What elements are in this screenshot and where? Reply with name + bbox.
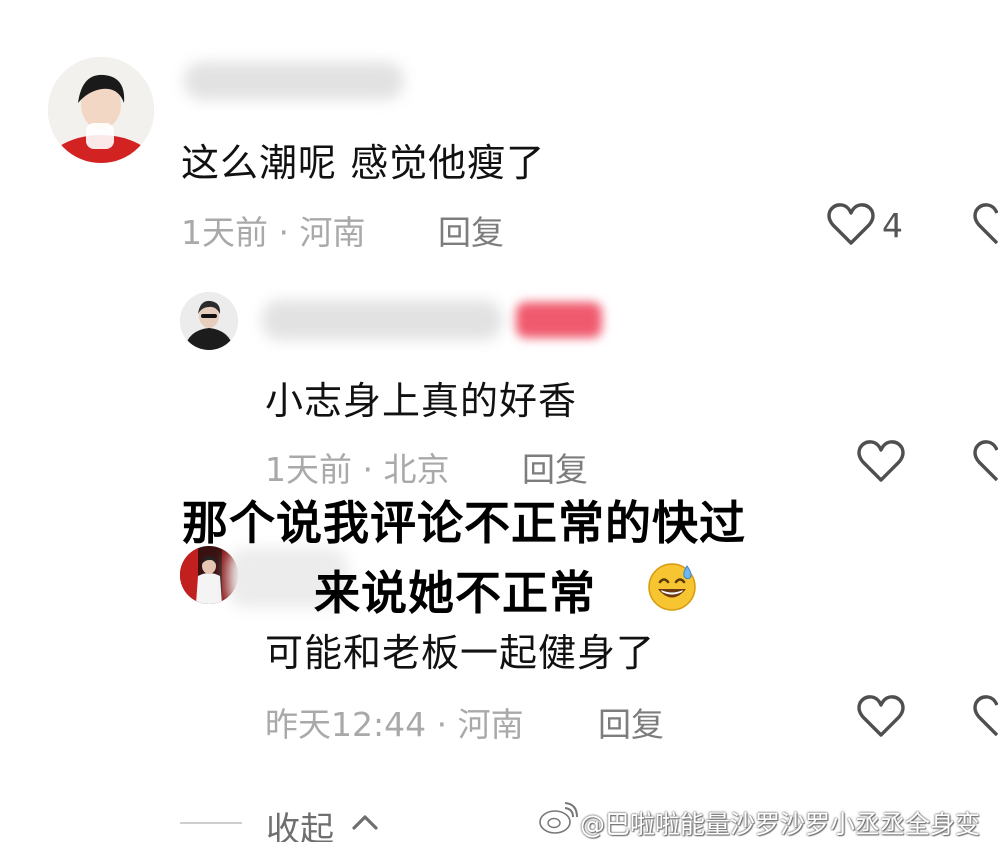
reply-button[interactable]: 回复 <box>598 698 664 746</box>
reply-button[interactable]: 回复 <box>522 443 588 491</box>
avatar[interactable] <box>180 292 238 350</box>
heart-outline-icon[interactable] <box>972 437 998 487</box>
heart-outline-icon[interactable] <box>972 200 998 250</box>
comment-meta: 昨天12:44 · 河南 <box>265 705 524 744</box>
username-blurred <box>184 62 404 100</box>
collapse-button[interactable]: 收起 <box>266 802 334 842</box>
sweat-smile-emoji <box>646 560 698 612</box>
heart-outline-icon[interactable] <box>826 200 876 250</box>
heart-outline-icon[interactable] <box>856 692 906 742</box>
comment-text: 可能和老板一起健身了 <box>265 631 656 675</box>
watermark-text: @巴啦啦能量沙罗沙罗小丞丞全身变 <box>580 810 981 839</box>
collapse-divider <box>180 822 242 824</box>
user-badge-blurred <box>516 302 602 338</box>
heart-outline-icon[interactable] <box>972 692 998 742</box>
like-count: 4 <box>882 206 903 245</box>
comment-text: 小志身上真的好香 <box>265 379 578 423</box>
avatar[interactable] <box>48 57 154 163</box>
overlay-caption-line1: 那个说我评论不正常的快过 <box>182 496 746 550</box>
username-blurred <box>262 300 502 340</box>
comment-meta: 1天前 · 北京 <box>265 450 450 489</box>
comment-meta: 1天前 · 河南 <box>181 213 366 252</box>
comment-thread: 这么潮呢 感觉他瘦了 1天前 · 河南 回复 4 小志身上真的好香 1天前 · … <box>0 0 998 842</box>
heart-outline-icon[interactable] <box>856 437 906 487</box>
overlay-caption-line2: 来说她不正常 <box>314 566 596 620</box>
chevron-up-icon[interactable] <box>350 812 380 832</box>
weibo-logo-icon <box>538 802 578 836</box>
comment-text: 这么潮呢 感觉他瘦了 <box>181 141 546 185</box>
reply-button[interactable]: 回复 <box>438 206 504 254</box>
